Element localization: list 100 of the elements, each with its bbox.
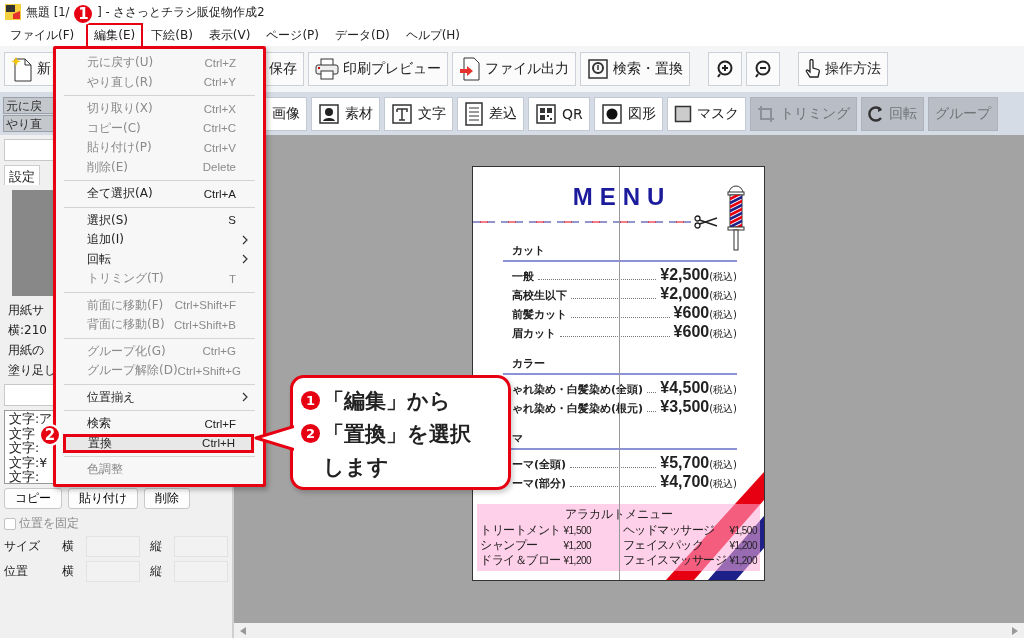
zoom-out-icon bbox=[754, 60, 772, 78]
panel-tab[interactable]: 設定 bbox=[4, 165, 40, 185]
shortcut-text: Delete bbox=[202, 161, 236, 174]
panel-button[interactable]: 削除 bbox=[144, 488, 190, 509]
menu-item-name: 一般 bbox=[512, 269, 534, 284]
shortcut-text: T bbox=[228, 272, 236, 285]
panel-button[interactable]: 貼り付け bbox=[68, 488, 138, 509]
toolbar-button[interactable]: マスク bbox=[666, 97, 746, 131]
window-title: ] - ささっとチラシ販促物作成2 bbox=[97, 4, 265, 20]
menu-bar-item[interactable]: ファイル(F) bbox=[2, 22, 83, 48]
shortcut-text: Ctrl+Shift+F bbox=[174, 299, 236, 312]
field-label: 位置 bbox=[4, 563, 29, 580]
shortcut-text: Ctrl+Shift+B bbox=[174, 318, 236, 331]
toolbar-button[interactable]: 検索・置換 bbox=[580, 52, 690, 86]
menu-item[interactable]: 追加(I) bbox=[63, 230, 254, 250]
toolbar-button[interactable]: ファイル出力 bbox=[452, 52, 576, 86]
menu-item[interactable]: 検索 Ctrl+F bbox=[63, 414, 254, 434]
scissors-icon bbox=[694, 215, 718, 229]
section-heading: カット bbox=[503, 243, 737, 262]
list-item[interactable]: 文字: bbox=[9, 441, 40, 456]
checkbox-label: 位置を固定 bbox=[19, 515, 79, 532]
callout-text: 「編集」から bbox=[323, 387, 451, 415]
menu-item-price: ¥4,700 bbox=[660, 473, 710, 491]
list-item[interactable]: 文字: bbox=[9, 470, 40, 483]
paper-info-text: 用紙の bbox=[7, 342, 44, 359]
tax-note: (税込) bbox=[709, 459, 737, 470]
document-lines-icon bbox=[464, 102, 484, 126]
tax-note: (税込) bbox=[709, 384, 737, 395]
toolbar-button[interactable]: 文字 bbox=[384, 97, 453, 131]
menu-bar-item[interactable]: データ(D) bbox=[327, 22, 398, 48]
search-icon bbox=[587, 58, 609, 80]
list-item[interactable]: 文字:ア bbox=[9, 412, 53, 427]
field-label: 横 bbox=[62, 563, 75, 580]
tax-note: (税込) bbox=[709, 290, 737, 301]
field-label: 縦 bbox=[150, 538, 163, 555]
document-arrow-icon bbox=[459, 56, 481, 82]
crop-icon bbox=[756, 105, 775, 123]
menu-item-name: 前髪カット bbox=[512, 307, 567, 322]
list-item[interactable]: 文字 bbox=[9, 426, 35, 441]
menu-item-price: ¥600 bbox=[673, 323, 710, 341]
menu-item-price: ¥2,000 bbox=[660, 285, 710, 303]
shortcut-text: Ctrl+Y bbox=[203, 76, 236, 89]
app-logo-icon bbox=[5, 4, 21, 20]
shortcut-text: Ctrl+Z bbox=[204, 56, 236, 69]
menu-item-price: ¥5,700 bbox=[660, 454, 710, 472]
scroll-right-icon[interactable] bbox=[1012, 627, 1018, 635]
scroll-left-icon[interactable] bbox=[240, 627, 246, 635]
a-la-carte-item: フェイスパック bbox=[622, 538, 705, 553]
field-label: 縦 bbox=[150, 563, 163, 580]
toolbar-button[interactable]: 印刷プレビュー bbox=[308, 52, 448, 86]
menu-bar-item[interactable]: 下絵(B) bbox=[143, 22, 201, 48]
pointing-hand-icon bbox=[805, 59, 821, 79]
a-la-carte-item: ドライ＆ブロー bbox=[480, 553, 561, 568]
toolbar-button[interactable]: 素材 bbox=[311, 97, 380, 131]
zoom-in-button[interactable] bbox=[708, 52, 742, 86]
shortcut-text: S bbox=[228, 214, 236, 227]
step-badge: 2 bbox=[301, 424, 320, 443]
toolbar-button[interactable]: 操作方法 bbox=[798, 52, 888, 86]
a-la-carte-price: ¥1,500 bbox=[729, 524, 757, 538]
flyer-title: MENU bbox=[571, 183, 673, 211]
circle-frame-icon bbox=[600, 103, 623, 125]
callout-text: 「置換」を選択 bbox=[323, 420, 471, 448]
leader-line bbox=[647, 392, 657, 393]
toolbar-button[interactable]: 画像 bbox=[265, 97, 307, 131]
menu-item[interactable]: 選択(S) S bbox=[63, 210, 254, 230]
callout-text: します bbox=[323, 453, 389, 481]
toolbar-button[interactable]: QR bbox=[528, 97, 590, 131]
panel-button[interactable]: コピー bbox=[4, 488, 62, 509]
list-item[interactable]: 文字:¥ bbox=[9, 455, 48, 470]
shortcut-text: Ctrl+V bbox=[203, 141, 236, 154]
toolbar-button[interactable]: 図形 bbox=[593, 97, 663, 131]
history-button[interactable]: 元に戻 bbox=[3, 96, 55, 114]
menu-bar-item[interactable]: ページ(P) bbox=[258, 22, 327, 48]
menu-item[interactable]: 全て選択(A) Ctrl+A bbox=[63, 184, 254, 204]
qr-code-icon bbox=[535, 103, 557, 125]
menu-item[interactable]: 置換 Ctrl+H bbox=[63, 433, 254, 453]
tax-note: (税込) bbox=[709, 328, 737, 341]
tax-note: (税込) bbox=[709, 403, 737, 414]
a-la-carte-item: フェイスマッサージ bbox=[622, 553, 727, 568]
field-label: サイズ bbox=[4, 538, 41, 555]
shortcut-text: Ctrl+Shift+G bbox=[177, 364, 241, 377]
menu-item-name: ーマ(全頭) bbox=[512, 457, 567, 472]
menu-bar-item[interactable]: 表示(V) bbox=[200, 22, 259, 48]
menu-item-price: ¥600 bbox=[673, 304, 710, 322]
horizontal-scrollbar[interactable] bbox=[234, 623, 1024, 638]
toolbar-button[interactable]: 差込 bbox=[457, 97, 524, 131]
tax-note: (税込) bbox=[709, 478, 737, 489]
menu-bar-item[interactable]: ヘルプ(H) bbox=[397, 22, 468, 48]
tax-note: (税込) bbox=[709, 271, 737, 282]
leader-line bbox=[647, 411, 657, 412]
paper-info-text: 用紙サ bbox=[7, 302, 44, 319]
new-document-icon bbox=[11, 56, 33, 82]
section-heading: カラー bbox=[503, 356, 737, 375]
shortcut-text: Ctrl+X bbox=[203, 102, 236, 115]
shortcut-text: Ctrl+H bbox=[202, 437, 235, 450]
history-button[interactable]: やり直 bbox=[3, 114, 55, 132]
menu-item[interactable]: 回転 bbox=[63, 249, 254, 269]
zoom-out-button[interactable] bbox=[746, 52, 780, 86]
window-title: 無題 [1/ bbox=[26, 4, 70, 20]
menu-item[interactable]: 位置揃え bbox=[63, 387, 254, 407]
